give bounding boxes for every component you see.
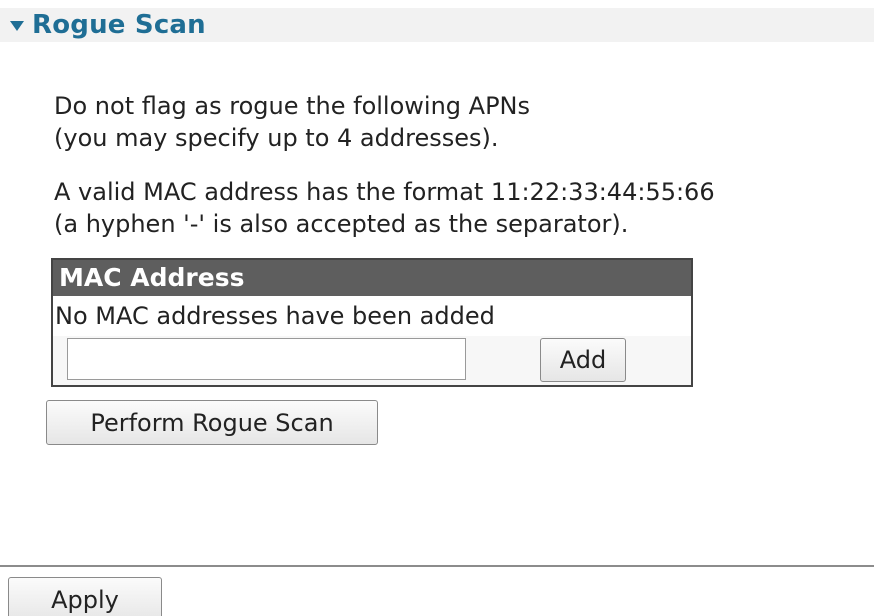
description-line-2: (you may specify up to 4 addresses). (54, 124, 499, 152)
footer-divider (0, 565, 874, 567)
section-title: Rogue Scan (32, 10, 206, 40)
section-header-rogue-scan[interactable]: Rogue Scan (0, 8, 874, 42)
mac-address-table: MAC Address No MAC addresses have been a… (51, 258, 693, 387)
apply-button[interactable]: Apply (8, 577, 162, 616)
perform-rogue-scan-button[interactable]: Perform Rogue Scan (46, 400, 378, 445)
add-mac-button[interactable]: Add (540, 338, 626, 382)
mac-address-input[interactable] (67, 338, 466, 380)
mac-address-column-header: MAC Address (53, 260, 691, 296)
mac-add-row: Add (53, 336, 691, 385)
mac-empty-message: No MAC addresses have been added (55, 302, 495, 330)
rogue-scan-page: Rogue Scan Do not flag as rogue the foll… (0, 0, 874, 616)
description-line-1: Do not flag as rogue the following APNs (54, 92, 531, 120)
description-line-3: A valid MAC address has the format 11:22… (54, 178, 715, 206)
apn-description: Do not flag as rogue the following APNs … (54, 90, 530, 154)
mac-format-description: A valid MAC address has the format 11:22… (54, 176, 715, 240)
collapse-arrow-icon[interactable] (10, 21, 24, 31)
description-line-4: (a hyphen '-' is also accepted as the se… (54, 210, 629, 238)
